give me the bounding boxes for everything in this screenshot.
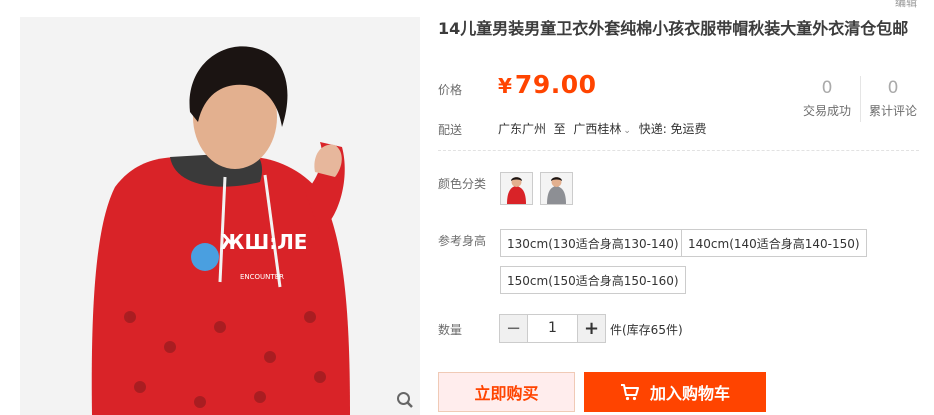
- product-image[interactable]: ЖШ:ЛЕ ENCOUNTER: [20, 17, 420, 415]
- size-label: 参考身高: [438, 234, 487, 248]
- buy-now-button[interactable]: 立即购买: [438, 372, 575, 412]
- price-value: ¥79.00: [498, 70, 597, 99]
- stock-info: 件(库存65件): [610, 323, 683, 337]
- add-to-cart-button[interactable]: 加入购物车: [584, 372, 766, 412]
- review-count-label: 累计评论: [868, 104, 917, 118]
- increase-button[interactable]: +: [577, 314, 606, 343]
- ship-from: 广东广州: [498, 122, 547, 136]
- corner-link[interactable]: 编辑: [895, 0, 917, 10]
- ship-to-word: 至: [553, 122, 566, 136]
- red-hoodie-thumbnail: [501, 173, 532, 204]
- currency-symbol: ¥: [498, 74, 512, 98]
- shipping-fee: 快递: 免运费: [638, 122, 707, 136]
- price-label: 价格: [438, 83, 463, 97]
- color-swatch-gray[interactable]: [540, 172, 573, 205]
- sales-count: 0 交易成功: [797, 74, 857, 119]
- review-count[interactable]: 0 累计评论: [863, 74, 923, 119]
- svg-text:ЖШ:ЛЕ: ЖШ:ЛЕ: [220, 230, 307, 254]
- divider: [438, 150, 919, 151]
- quantity-input[interactable]: 1: [528, 314, 577, 343]
- cart-icon: [620, 384, 639, 401]
- product-title: 14儿童男装男童卫衣外套纯棉小孩衣服带帽秋装大童外衣清仓包邮: [438, 19, 909, 38]
- sales-count-label: 交易成功: [802, 104, 851, 118]
- magnifier-icon: [397, 392, 413, 408]
- size-option-130[interactable]: 130cm(130适合身高130-140): [500, 229, 686, 257]
- shipping-label: 配送: [438, 123, 463, 137]
- shipping-info: 广东广州 至 广西桂林 ⌄ 快递: 免运费: [498, 120, 707, 137]
- add-to-cart-label: 加入购物车: [649, 384, 730, 403]
- zoom-button[interactable]: [390, 385, 420, 415]
- svg-text:ENCOUNTER: ENCOUNTER: [240, 273, 284, 281]
- color-label: 颜色分类: [438, 177, 487, 191]
- decrease-button[interactable]: −: [499, 314, 528, 343]
- product-photo: ЖШ:ЛЕ ENCOUNTER: [20, 17, 420, 415]
- sales-count-value: 0: [821, 78, 833, 98]
- quantity-stepper: − 1 +: [499, 314, 606, 343]
- quantity-label: 数量: [438, 323, 463, 337]
- stats-divider: [860, 76, 861, 122]
- review-count-value: 0: [887, 78, 899, 98]
- size-option-140[interactable]: 140cm(140适合身高140-150): [681, 229, 867, 257]
- gray-hoodie-thumbnail: [541, 173, 572, 204]
- price-number: 79.00: [514, 70, 597, 99]
- ship-destination[interactable]: 广西桂林: [573, 122, 621, 136]
- size-option-150[interactable]: 150cm(150适合身高150-160): [500, 266, 686, 294]
- color-swatch-red[interactable]: [500, 172, 533, 205]
- chevron-down-icon[interactable]: ⌄: [623, 126, 631, 136]
